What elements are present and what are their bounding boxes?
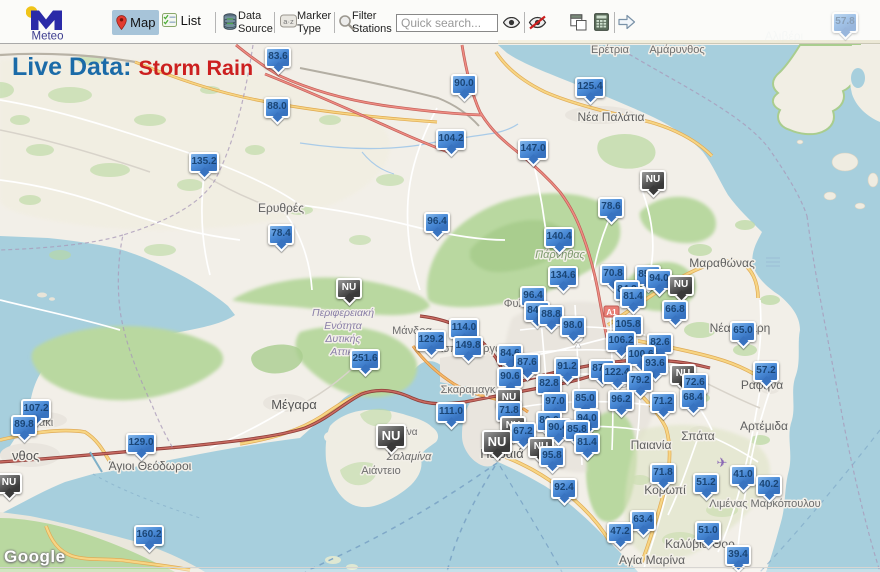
svg-text:Αιάντειο: Αιάντειο — [361, 465, 400, 477]
svg-text:Αρτέμιδα: Αρτέμιδα — [740, 419, 788, 433]
svg-text:Αγία Μαρίνα: Αγία Μαρίνα — [619, 553, 685, 567]
svg-text:Μαραθώνας: Μαραθώνας — [689, 256, 755, 270]
svg-text:Ενότητα: Ενότητα — [324, 320, 362, 332]
svg-text:a·z: a·z — [283, 17, 294, 26]
svg-text:Σκαραμαγκ: Σκαραμαγκ — [441, 384, 496, 396]
svg-text:Αμάρυνθος: Αμάρυνθος — [649, 44, 704, 56]
svg-text:ίνα: ίνα — [404, 426, 417, 438]
svg-text:✈: ✈ — [717, 455, 728, 470]
svg-text:Ερέτρια: Ερέτρια — [591, 44, 630, 56]
svg-text:Ερυθρές: Ερυθρές — [258, 201, 304, 215]
svg-text:Περιφερειακή: Περιφερειακή — [312, 307, 374, 319]
svg-text:Παιανία: Παιανία — [631, 438, 672, 452]
svg-text:Νέα Παλάτια: Νέα Παλάτια — [578, 110, 645, 124]
svg-text:Άγιοι Θεόδωροι: Άγιοι Θεόδωροι — [109, 459, 192, 473]
svg-text:Λιμένας Μαρκόπουλου: Λιμένας Μαρκόπουλου — [709, 498, 820, 510]
svg-text:νθος: νθος — [12, 448, 39, 463]
svg-text:Σπάτα: Σπάτα — [681, 429, 714, 443]
svg-text:Μέγαρα: Μέγαρα — [271, 397, 317, 412]
svg-text:Meteo: Meteo — [32, 31, 64, 43]
svg-text:Δυτικής: Δυτικής — [324, 333, 361, 345]
